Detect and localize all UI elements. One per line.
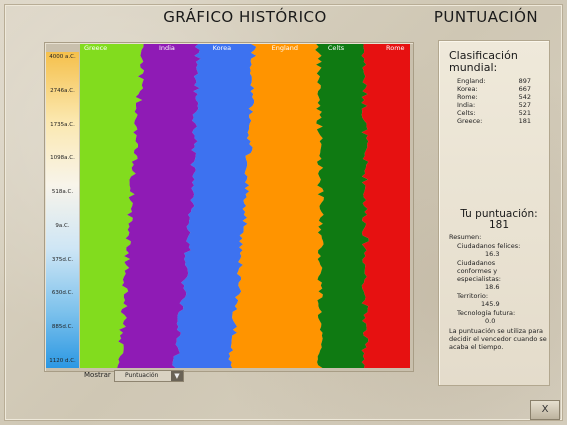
show-dropdown[interactable]: Puntuación ▼: [114, 370, 184, 382]
timeline-axis: 4000 a.C. 2746a.C. 1735a.C. 1098a.C. 518a.C.…: [46, 52, 79, 368]
ranking-score: 521: [518, 109, 531, 117]
legend-celts: Celts: [325, 44, 347, 53]
ranking-score: 542: [518, 93, 531, 101]
happy-label: Ciudadanos felices:: [457, 242, 521, 250]
ranking-civ: Rome:: [457, 93, 478, 101]
ranking-score: 527: [518, 101, 531, 109]
legend-india: India: [156, 44, 177, 53]
legend-greece: Greece: [82, 44, 110, 53]
legend-korea: Korea: [210, 44, 234, 53]
timeline-tick: 375d.C.: [51, 256, 74, 263]
score-title: PUNTUACIÓN: [433, 8, 539, 26]
chart-title: GRÁFICO HISTÓRICO: [163, 8, 327, 26]
timeline-tick: 2746a.C.: [50, 87, 75, 94]
history-chart: [80, 44, 410, 368]
timeline-tick: 9a.C.: [55, 222, 70, 229]
timeline-tick: 885d.C.: [51, 324, 74, 331]
world-ranking-title: Clasificación mundial:: [449, 49, 518, 74]
ranking-civ: India:: [457, 101, 476, 109]
summary-label: Resumen:: [449, 233, 482, 241]
ranking-score: 897: [518, 77, 531, 85]
ranking-civ: Korea:: [457, 85, 478, 93]
show-dropdown-value: Puntuación: [125, 372, 159, 379]
ranking-score: 667: [518, 85, 531, 93]
history-chart-svg: [80, 44, 410, 368]
happy-value: 16.3: [485, 250, 500, 258]
territory-label: Territorio:: [457, 292, 489, 300]
show-label: Mostrar: [84, 371, 111, 379]
legend-rome: Rome: [384, 44, 407, 53]
ranking-civ: Greece:: [457, 117, 483, 125]
timeline-tick: 1098a.C.: [50, 155, 75, 162]
tech-label: Tecnología futura:: [457, 309, 516, 317]
timeline-tick: 1120 d.C.: [49, 358, 76, 364]
score-note: La puntuación se utiliza para decidir el…: [449, 327, 547, 351]
territory-value: 145.9: [481, 300, 500, 308]
your-score-value: 181: [488, 219, 510, 231]
legend-england: England: [269, 44, 301, 53]
close-button[interactable]: X: [530, 400, 560, 420]
ranking-score: 181: [518, 117, 531, 125]
series-area-rome: [361, 44, 410, 368]
series-area-celts: [315, 44, 369, 368]
content-label: Ciudadanos conformes y especialistas:: [457, 259, 501, 283]
ranking-civ: Celts:: [457, 109, 476, 117]
chevron-down-icon[interactable]: ▼: [171, 371, 183, 381]
score-panel: Clasificación mundial: England: 897 Korea:…: [438, 40, 550, 386]
timeline-tick: 630d.C.: [51, 290, 74, 297]
close-icon: X: [541, 404, 549, 415]
timeline-tick: 518a.C.: [51, 189, 74, 196]
timeline-tick: 1735a.C.: [50, 121, 75, 128]
tech-value: 0.0: [485, 317, 496, 325]
content-value: 18.6: [485, 283, 500, 291]
ranking-civ: England:: [457, 77, 486, 85]
timeline-tick: 4000 a.C.: [49, 54, 76, 60]
